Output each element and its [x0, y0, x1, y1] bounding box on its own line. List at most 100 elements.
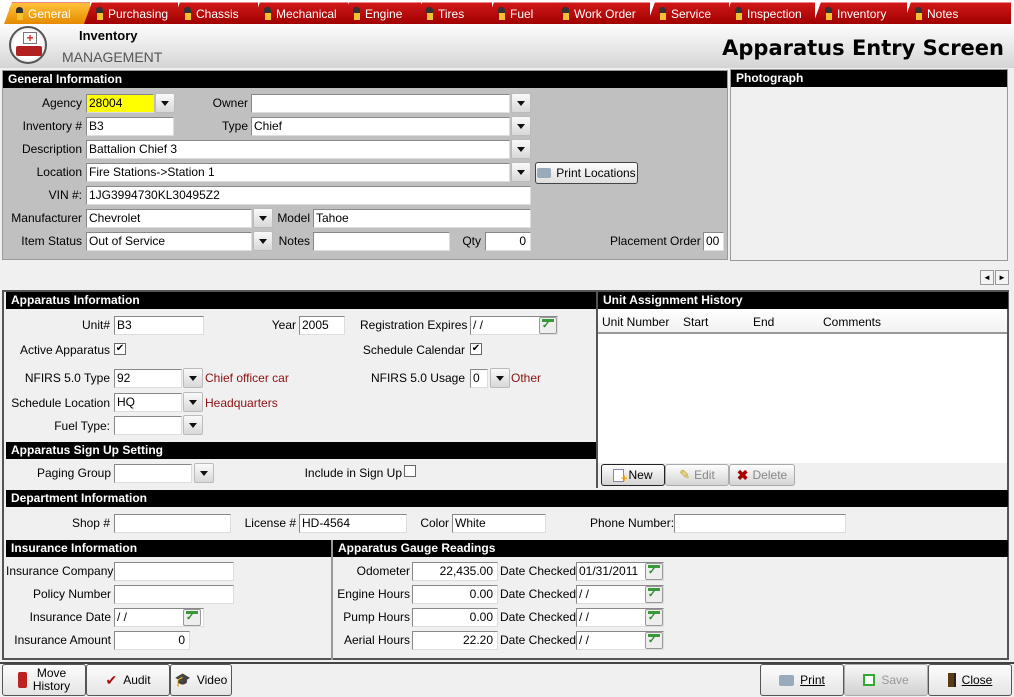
fuel-type-field[interactable]: [114, 416, 182, 435]
print-locations-button[interactable]: Print Locations: [535, 162, 638, 184]
move-history-line1: Move: [36, 666, 67, 680]
description-field[interactable]: Battalion Chief 3: [86, 140, 510, 159]
tab-purchasing[interactable]: Purchasing: [84, 2, 178, 24]
calendar-icon[interactable]: [645, 609, 663, 626]
tab-general[interactable]: General: [4, 2, 90, 24]
schedule-calendar-checkbox[interactable]: ✔: [470, 343, 482, 355]
column-header-start[interactable]: Start: [683, 315, 708, 329]
item-status-field[interactable]: Out of Service: [86, 232, 252, 251]
gauge-value-field[interactable]: 22.20: [412, 631, 498, 650]
move-history-button[interactable]: Move History: [2, 664, 86, 696]
type-label: Type: [221, 119, 248, 133]
unit-field[interactable]: B3: [114, 316, 204, 335]
shop-field[interactable]: [114, 514, 231, 533]
fuel-type-dropdown-button[interactable]: [183, 415, 203, 435]
calendar-icon[interactable]: [645, 563, 663, 580]
vin-field[interactable]: 1JG3994730KL30495Z2: [86, 186, 531, 205]
print-button[interactable]: Print: [760, 664, 844, 696]
audit-button[interactable]: ✔ Audit: [86, 664, 170, 696]
tab-label: Fuel: [510, 7, 534, 21]
column-header-comments[interactable]: Comments: [823, 315, 881, 329]
model-field[interactable]: Tahoe: [313, 209, 531, 228]
paging-group-dropdown-button[interactable]: [194, 463, 214, 483]
paging-group-field[interactable]: [114, 464, 192, 483]
nfirs-usage-label: NFIRS 5.0 Usage: [370, 371, 465, 385]
tab-label: Inspection: [747, 7, 802, 21]
unit-history-list[interactable]: [598, 333, 1007, 463]
license-label: License #: [244, 516, 296, 530]
tab-label: Work Order: [574, 7, 636, 21]
include-signup-label: Include in Sign Up: [304, 466, 402, 480]
manufacturer-field[interactable]: Chevrolet: [86, 209, 252, 228]
delete-x-icon: ✖: [736, 466, 749, 483]
year-label: Year: [271, 318, 296, 332]
insurance-date-label: Insurance Date: [29, 610, 111, 624]
tab-inventory[interactable]: Inventory: [813, 2, 907, 24]
type-field[interactable]: Chief: [251, 117, 510, 136]
notes-field[interactable]: [313, 232, 450, 251]
nfirs-type-field[interactable]: 92: [114, 369, 182, 388]
save-button[interactable]: Save: [844, 664, 928, 696]
color-field[interactable]: White: [452, 514, 546, 533]
placement-order-field[interactable]: 00: [703, 232, 724, 251]
calendar-icon[interactable]: [645, 586, 663, 603]
door-icon: [947, 673, 956, 687]
calendar-icon[interactable]: [183, 609, 201, 626]
registration-expires-label: Registration Expires: [360, 318, 468, 332]
gauge-value-field[interactable]: 22,435.00: [412, 562, 498, 581]
qty-field[interactable]: 0: [485, 232, 531, 251]
tab-work-order[interactable]: Work Order: [550, 2, 650, 24]
new-button[interactable]: + New: [601, 464, 665, 486]
manufacturer-dropdown-button[interactable]: [253, 208, 273, 228]
nfirs-type-dropdown-button[interactable]: [183, 368, 203, 388]
tab-chassis[interactable]: Chassis: [172, 2, 258, 24]
calendar-icon[interactable]: [645, 632, 663, 649]
delete-button[interactable]: ✖ Delete: [729, 464, 795, 486]
print-locations-label: Print Locations: [556, 166, 636, 180]
owner-field[interactable]: [251, 94, 510, 113]
tab-scroll-left-icon[interactable]: ◄: [980, 270, 994, 285]
close-button[interactable]: Close: [928, 664, 1012, 696]
nfirs-usage-field[interactable]: 0: [470, 369, 488, 388]
location-field[interactable]: Fire Stations->Station 1: [86, 163, 510, 182]
license-field[interactable]: HD-4564: [299, 514, 407, 533]
tab-mechanical[interactable]: Mechanical: [252, 2, 348, 24]
gauge-value-field[interactable]: 0.00: [412, 608, 498, 627]
edit-button[interactable]: ✎ Edit: [665, 464, 729, 486]
inventory-number-field[interactable]: B3: [86, 117, 174, 136]
tab-label: Service: [671, 7, 712, 21]
column-header-unit-number[interactable]: Unit Number: [602, 315, 669, 329]
tab-scroll-right-icon[interactable]: ►: [995, 270, 1009, 285]
nfirs-usage-dropdown-button[interactable]: [490, 368, 510, 388]
gauge-value-field[interactable]: 0.00: [412, 585, 498, 604]
include-signup-checkbox[interactable]: [404, 465, 416, 477]
owner-dropdown-button[interactable]: [511, 93, 531, 113]
active-apparatus-checkbox[interactable]: ✔: [114, 343, 126, 355]
column-header-end[interactable]: End: [753, 315, 774, 329]
schedule-location-field[interactable]: HQ: [114, 393, 182, 412]
tab-notes[interactable]: Notes: [903, 2, 1011, 24]
insurance-amount-field[interactable]: 0: [114, 631, 190, 650]
tab-label: Tires: [438, 7, 465, 21]
location-dropdown-button[interactable]: [511, 162, 531, 182]
policy-number-label: Policy Number: [32, 587, 111, 601]
tab-service[interactable]: Service: [647, 2, 729, 24]
nfirs-type-description: Chief officer car: [205, 371, 289, 385]
schedule-location-dropdown-button[interactable]: [183, 392, 203, 412]
photograph-panel[interactable]: Photograph: [730, 69, 1008, 261]
video-button[interactable]: 🎓 Video: [170, 664, 232, 696]
type-dropdown-button[interactable]: [511, 116, 531, 136]
calendar-icon[interactable]: [539, 317, 557, 334]
policy-number-field[interactable]: [114, 585, 234, 604]
description-dropdown-button[interactable]: [511, 139, 531, 159]
tab-tires[interactable]: Tires: [414, 2, 492, 24]
year-field[interactable]: 2005: [299, 316, 345, 335]
tab-inspection[interactable]: Inspection: [723, 2, 815, 24]
insurance-company-field[interactable]: [114, 562, 234, 581]
tab-engine[interactable]: Engine: [341, 2, 421, 24]
agency-dropdown-button[interactable]: [155, 93, 175, 113]
phone-field[interactable]: [674, 514, 846, 533]
agency-field[interactable]: 28004: [86, 94, 154, 113]
tab-fuel[interactable]: Fuel: [486, 2, 558, 24]
item-status-dropdown-button[interactable]: [253, 231, 273, 251]
